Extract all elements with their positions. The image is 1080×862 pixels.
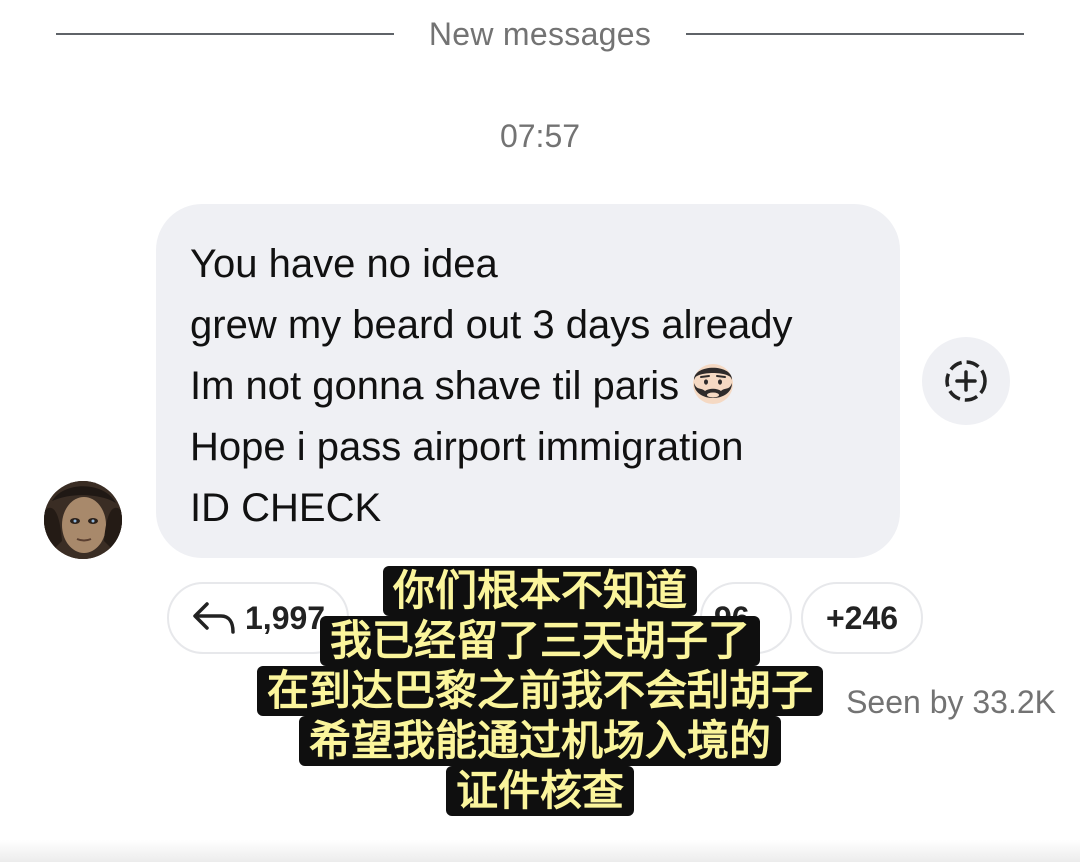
message-line-with-emoji: Im not gonna shave til paris <box>190 356 880 417</box>
sender-avatar[interactable] <box>44 481 122 559</box>
message-line: grew my beard out 3 days already <box>190 303 793 347</box>
message-line: You have no idea <box>190 242 498 286</box>
message-line-text: Im not gonna shave til paris <box>190 364 680 408</box>
divider-line-right <box>685 33 1024 35</box>
bottom-shadow <box>0 840 1080 862</box>
message-line: Hope i pass airport immigration <box>190 425 744 469</box>
new-messages-divider: New messages <box>56 14 1024 54</box>
message-line: ID CHECK <box>190 486 382 530</box>
subtitle-line: 我已经留了三天胡子了 <box>319 616 760 666</box>
divider-line-left <box>56 33 394 35</box>
subtitle-line: 希望我能通过机场入境的 <box>298 716 781 766</box>
subtitle-line: 证件核查 <box>445 766 634 816</box>
new-messages-label: New messages <box>428 15 652 52</box>
message-timestamp: 07:57 <box>499 118 581 154</box>
add-reaction-icon <box>945 360 987 402</box>
message-bubble[interactable]: You have no idea grew my beard out 3 day… <box>156 204 900 558</box>
add-reaction-button[interactable] <box>922 337 1010 425</box>
subtitle-overlay: 你们根本不知道 我已经留了三天胡子了 在到达巴黎之前我不会刮胡子 希望我能通过机… <box>0 566 1080 816</box>
subtitle-line: 你们根本不知道 <box>382 566 697 616</box>
bearded-man-emoji-icon <box>689 359 737 407</box>
subtitle-line: 在到达巴黎之前我不会刮胡子 <box>256 666 823 716</box>
